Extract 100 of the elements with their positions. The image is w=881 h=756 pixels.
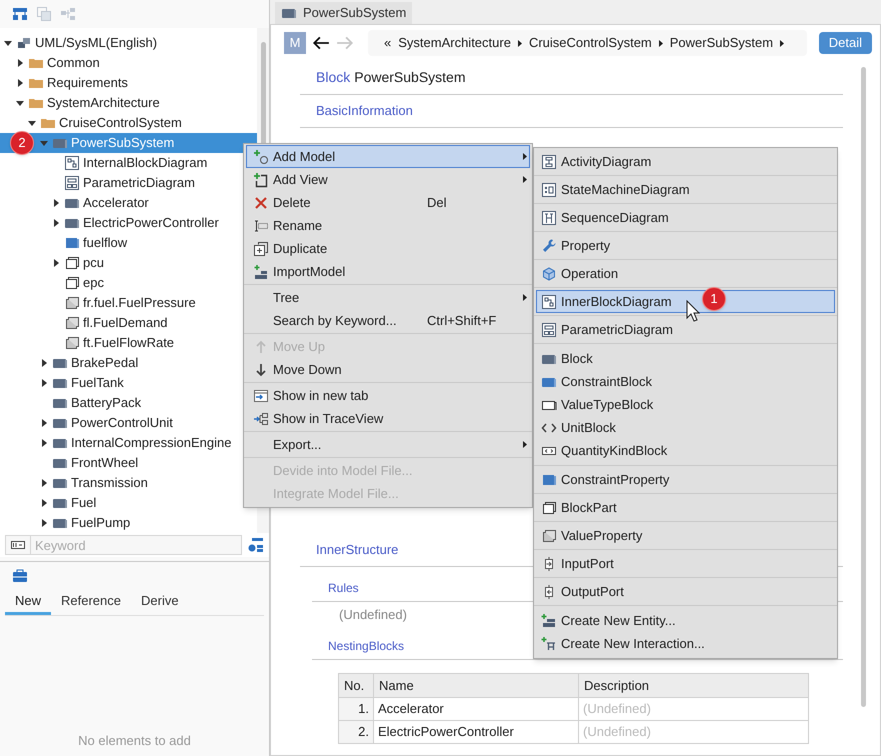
diagram-icon [64,155,80,171]
menu-item[interactable]: UnitBlock [536,416,835,439]
subsection-heading[interactable]: NestingBlocks [328,637,404,655]
search-box[interactable]: Keyword [5,535,242,555]
collapsed-caret-icon[interactable] [52,259,60,267]
table-cell: Accelerator [374,698,578,720]
breadcrumb-link[interactable]: CruiseControlSystem [528,33,652,53]
tab[interactable]: Derive [131,590,189,615]
menu-item[interactable]: ValueTypeBlock [536,393,835,416]
column-header: No. [338,674,374,698]
back-arrow-icon[interactable] [312,34,330,52]
add-icon [253,148,269,164]
model-node[interactable]: Requirements [0,73,257,93]
menu-item[interactable]: Operation [536,262,835,285]
model-node[interactable]: FuelPump [0,513,257,533]
menu-item[interactable]: ValueProperty [536,524,835,547]
submenu-arrow-icon [523,176,527,183]
model-node[interactable]: Transmission [0,473,257,493]
menu-item[interactable]: OutputPort [536,580,835,603]
caret-icon[interactable] [518,40,522,46]
menu-item[interactable]: QuantityKindBlock [536,439,835,462]
rules-value: (Undefined) [339,606,407,624]
menu-item[interactable]: Create New Entity... [536,609,835,632]
model-node[interactable]: Fuel [0,493,257,513]
collapsed-caret-icon[interactable] [40,479,48,487]
expanded-caret-icon[interactable] [4,39,12,47]
collapsed-caret-icon[interactable] [52,219,60,227]
mouse-cursor-icon [686,300,700,322]
submenu-arrow-icon [523,441,527,448]
menu-item[interactable]: ConstraintProperty [536,468,835,491]
box-icon [541,528,557,544]
connector-icon [60,6,76,22]
detail-button[interactable]: Detail [818,32,872,54]
collapsed-caret-icon[interactable] [40,499,48,507]
model-node[interactable]: UML/SysML(English) [0,33,257,53]
menu-item[interactable]: InputPort [536,552,835,575]
menu-item[interactable]: Create New Interaction... [536,632,835,655]
box-icon [64,255,80,271]
table-cell: 2. [338,720,374,744]
menu-item[interactable]: ActivityDiagram [536,150,835,173]
menu-item[interactable]: Add Model [246,145,530,168]
expanded-caret-icon[interactable] [28,119,36,127]
menu-item[interactable]: StateMachineDiagram [536,178,835,201]
menu-item[interactable]: Export... [246,433,530,456]
rename-icon [253,218,269,234]
step-badge: 2 [10,131,34,155]
shortcut-text: Ctrl+Shift+F [427,312,498,330]
collapsed-caret-icon[interactable] [16,79,24,87]
diagram-icon [541,322,557,338]
subsection-heading[interactable]: Rules [328,579,359,597]
column-header: Name [374,674,578,698]
add-interaction-icon [541,636,557,652]
box-icon [64,315,80,331]
editor-tab[interactable]: PowerSubSystem [275,2,412,24]
collapsed-caret-icon[interactable] [52,199,60,207]
new-tab-icon [253,388,269,404]
box-icon [64,295,80,311]
model-node[interactable]: SystemArchitecture [0,93,257,113]
add-entity-icon [541,612,557,628]
submenu-arrow-icon [523,294,527,301]
hierarchy-icon [12,6,28,22]
info-list-icon [248,537,264,553]
menu-item[interactable]: ConstraintBlock [536,370,835,393]
expanded-caret-icon[interactable] [16,99,24,107]
collapsed-caret-icon[interactable] [40,359,48,367]
caret-icon[interactable] [780,40,784,46]
collapsed-caret-icon[interactable] [40,419,48,427]
breadcrumb-link[interactable]: SystemArchitecture [398,33,511,53]
model-node[interactable]: Common [0,53,257,73]
menu-item[interactable]: SequenceDiagram [536,206,835,229]
section-heading[interactable]: BasicInformation [316,101,413,121]
breadcrumb-back[interactable]: « [384,33,392,53]
collapsed-caret-icon[interactable] [40,519,48,527]
document-title: PowerSubSystem [354,68,466,87]
diagram-icon [64,175,80,191]
shortcut-text: Del [427,194,448,212]
menu-item[interactable]: BlockPart [536,496,835,519]
collapsed-caret-icon[interactable] [40,439,48,447]
caret-icon[interactable] [658,40,663,46]
box-icon [64,275,80,291]
empty-message: No elements to add [78,732,191,750]
breadcrumb-link[interactable]: PowerSubSystem [670,33,774,53]
diagram-icon [541,154,557,170]
menu-item[interactable]: Block [536,347,835,370]
section-heading[interactable]: InnerStructure [316,540,398,560]
type-label: Block [316,68,350,87]
tab[interactable]: Reference [51,590,131,615]
trace-icon [253,410,269,426]
model-node[interactable]: ft.FuelFlowRate [0,333,257,353]
collapsed-caret-icon[interactable] [40,379,48,387]
model-node[interactable]: FrontWheel [0,453,257,473]
table-cell: (Undefined) [578,698,808,720]
model-node[interactable]: CruiseControlSystem [0,113,257,133]
import-icon [253,264,269,280]
menu-item[interactable]: ParametricDiagram [536,318,835,341]
collapsed-caret-icon[interactable] [16,59,24,67]
menu-item[interactable]: Property [536,234,835,257]
submenu-arrow-icon [523,153,527,160]
wrench-icon [541,238,557,254]
windows-icon [36,6,52,22]
